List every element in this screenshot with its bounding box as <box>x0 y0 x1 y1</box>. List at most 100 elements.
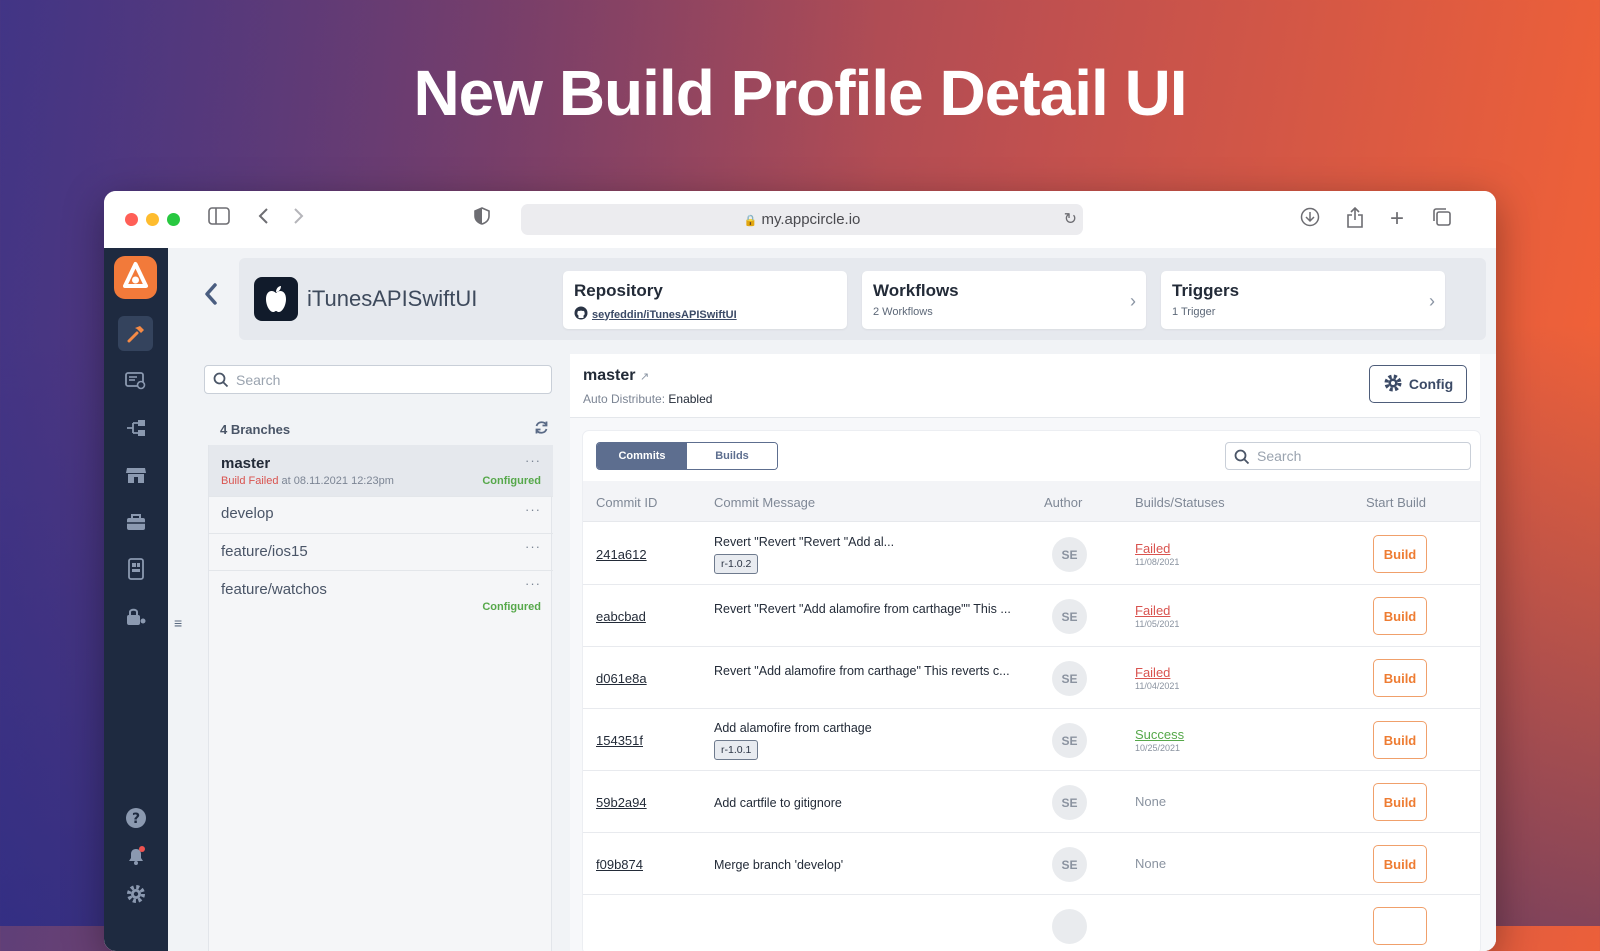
zoom-window-button[interactable] <box>167 213 180 226</box>
repository-title: Repository <box>574 281 663 300</box>
commit-row: eabcbad Revert "Revert "Add alamofire fr… <box>583 585 1480 647</box>
hammer-icon[interactable] <box>118 316 153 351</box>
resize-handle-icon[interactable]: ≡ <box>174 615 182 631</box>
commit-id-link[interactable]: eabcbad <box>596 609 646 624</box>
hero-title: New Build Profile Detail UI <box>413 57 1187 129</box>
more-options-icon[interactable]: ··· <box>525 539 541 554</box>
more-options-icon[interactable]: ··· <box>525 502 541 517</box>
close-window-button[interactable] <box>125 213 138 226</box>
build-date: 11/04/2021 <box>1135 681 1180 691</box>
build-button[interactable]: Build <box>1373 535 1427 573</box>
distribution-icon[interactable] <box>118 410 153 445</box>
branch-search[interactable] <box>204 365 552 394</box>
build-status-link[interactable]: Failed <box>1135 665 1170 680</box>
workflows-count: 2 Workflows <box>873 306 933 318</box>
workflows-card[interactable]: Workflows 2 Workflows › <box>862 271 1146 329</box>
build-status-link[interactable]: Failed <box>1135 541 1170 556</box>
workflows-title: Workflows <box>873 281 959 300</box>
column-commit-message: Commit Message <box>714 495 816 510</box>
svg-text:?: ? <box>131 811 139 827</box>
help-icon[interactable]: ? <box>118 800 153 835</box>
repository-card[interactable]: Repository seyfeddin/iTunesAPISwiftUI <box>563 271 847 329</box>
shield-icon[interactable] <box>474 207 490 231</box>
commit-id-link[interactable]: d061e8a <box>596 671 647 686</box>
testing-device-icon[interactable] <box>118 551 153 586</box>
build-button[interactable]: Build <box>1373 845 1427 883</box>
build-date: 11/08/2021 <box>1135 557 1180 567</box>
reload-icon[interactable]: ↻ <box>1064 209 1077 229</box>
toolbox-icon[interactable] <box>118 504 153 539</box>
commit-search[interactable] <box>1225 442 1471 470</box>
commit-message: Add alamofire from carthage <box>714 721 872 735</box>
config-label: Config <box>1408 376 1454 392</box>
appcircle-logo[interactable] <box>114 256 157 299</box>
branch-search-input[interactable] <box>205 366 551 393</box>
commit-row: 59b2a94 Add cartfile to gitignore SE Non… <box>583 771 1480 833</box>
bell-icon[interactable] <box>118 838 153 873</box>
forward-nav-icon[interactable] <box>292 207 304 231</box>
release-tag: r-1.0.2 <box>714 554 759 574</box>
commit-id-link[interactable]: 59b2a94 <box>596 795 647 810</box>
tab-commits[interactable]: Commits <box>597 443 687 469</box>
build-button[interactable] <box>1373 907 1427 945</box>
chevron-right-icon: › <box>1429 291 1435 311</box>
triggers-card[interactable]: Triggers 1 Trigger › <box>1161 271 1445 329</box>
external-link-icon[interactable]: ↗ <box>640 371 649 383</box>
more-options-icon[interactable]: ··· <box>525 453 541 468</box>
commit-message: Revert "Add alamofire from carthage" Thi… <box>714 664 1010 678</box>
repository-link[interactable]: seyfeddin/iTunesAPISwiftUI <box>592 309 737 321</box>
author-avatar: SE <box>1052 599 1087 634</box>
commit-id-link[interactable]: 154351f <box>596 733 643 748</box>
back-nav-icon[interactable] <box>258 207 270 231</box>
back-button[interactable] <box>203 282 219 311</box>
build-button[interactable]: Build <box>1373 783 1427 821</box>
branch-item-feature-watchos[interactable]: feature/watchos ··· Configured <box>209 571 553 623</box>
commit-search-input[interactable] <box>1226 443 1470 469</box>
branch-name: master <box>221 455 271 472</box>
commit-row: 241a612 Revert "Revert "Revert "Add al..… <box>583 523 1480 585</box>
author-avatar: SE <box>1052 723 1087 758</box>
branch-detail: master ↗ Auto Distribute: Enabled Config… <box>570 354 1496 951</box>
minimize-window-button[interactable] <box>146 213 159 226</box>
triggers-title: Triggers <box>1172 281 1240 300</box>
build-date: 10/25/2021 <box>1135 743 1181 753</box>
commit-id-link[interactable]: f09b874 <box>596 857 643 872</box>
branch-item-master[interactable]: master ··· Build Failed at 08.11.2021 12… <box>209 445 553 497</box>
build-button[interactable]: Build <box>1373 597 1427 635</box>
build-status: None <box>1135 794 1167 809</box>
sidebar-toggle-icon[interactable] <box>208 207 230 231</box>
column-start-build: Start Build <box>1366 495 1426 510</box>
address-bar[interactable]: 🔒 my.appcircle.io ↻ <box>521 204 1083 235</box>
refresh-icon[interactable] <box>534 420 549 439</box>
branch-name: feature/ios15 <box>221 543 308 560</box>
branch-item-feature-ios15[interactable]: feature/ios15 ··· <box>209 534 553 571</box>
build-status-link[interactable]: Failed <box>1135 603 1170 618</box>
store-icon[interactable] <box>118 457 153 492</box>
tab-builds[interactable]: Builds <box>687 443 777 469</box>
app-name: iTunesAPISwiftUI <box>307 286 478 311</box>
tab-overview-icon[interactable] <box>1432 207 1452 233</box>
branch-title: master <box>583 367 636 384</box>
new-tab-icon[interactable]: + <box>1390 207 1404 231</box>
lock-user-icon[interactable] <box>118 598 153 633</box>
commit-id-link[interactable]: 241a612 <box>596 547 647 562</box>
branch-item-develop[interactable]: develop ··· <box>209 497 553 534</box>
download-icon[interactable] <box>1300 207 1320 233</box>
share-icon[interactable] <box>1346 206 1364 235</box>
build-button[interactable]: Build <box>1373 721 1427 759</box>
build-status: None <box>1135 856 1167 871</box>
commit-row-partial <box>583 895 1480 951</box>
commit-row: f09b874 Merge branch 'develop' SE None B… <box>583 833 1480 895</box>
view-toggle: Commits Builds <box>596 442 778 470</box>
build-button[interactable]: Build <box>1373 659 1427 697</box>
gear-icon[interactable] <box>118 876 153 911</box>
config-button[interactable]: Config <box>1369 365 1467 403</box>
build-timestamp: at 08.11.2021 12:23pm <box>281 475 394 487</box>
certificate-icon[interactable] <box>118 363 153 398</box>
branch-count: 4 Branches <box>220 422 291 437</box>
commit-row: d061e8a Revert "Add alamofire from carth… <box>583 647 1480 709</box>
build-status-link[interactable]: Success <box>1135 727 1184 742</box>
more-options-icon[interactable]: ··· <box>525 576 541 591</box>
lock-icon: 🔒 <box>743 215 758 227</box>
url-text: my.appcircle.io <box>761 211 861 228</box>
